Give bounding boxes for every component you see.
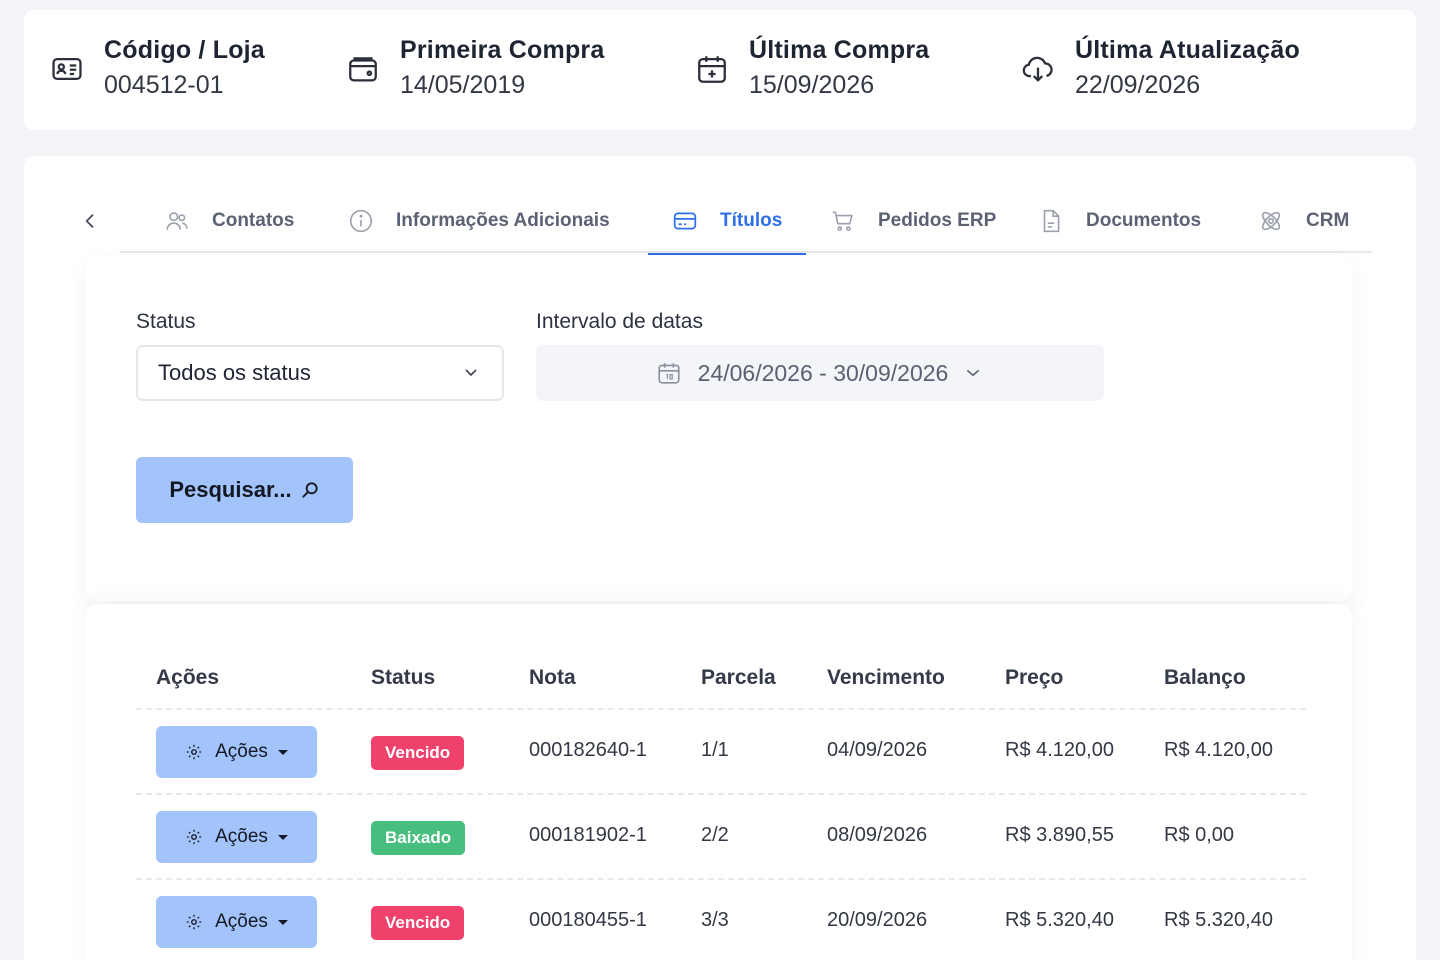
cell-nota: 000182640-1 xyxy=(529,739,647,761)
main-card: Contatos Informações Adicionais Títulos … xyxy=(24,156,1416,960)
status-label: Status xyxy=(136,310,196,333)
caret-down-icon xyxy=(277,749,288,755)
caret-down-icon xyxy=(277,834,288,840)
row-actions-label: Ações xyxy=(215,911,268,932)
tab-pedidos-erp[interactable]: Pedidos ERP xyxy=(830,188,996,253)
tab-label: Títulos xyxy=(720,209,783,231)
tab-documentos[interactable]: Documentos xyxy=(1038,188,1201,253)
document-icon xyxy=(1043,209,1060,232)
search-icon xyxy=(302,482,318,498)
gear-icon xyxy=(186,744,202,760)
column-header-status: Status xyxy=(371,666,436,689)
titles-table: Ações Status Nota Parcela Vencimento Pre… xyxy=(86,604,1352,960)
chevron-left-icon[interactable] xyxy=(80,210,100,232)
info-value: 004512-01 xyxy=(104,71,224,99)
cell-preco: R$ 4.120,00 xyxy=(1005,739,1114,761)
table-row: Ações Vencido 000182640-1 1/1 04/09/2026… xyxy=(86,710,1352,795)
date-range-value: 24/06/2026 - 30/09/2026 xyxy=(697,359,949,386)
status-select-value: Todos os status xyxy=(158,360,311,385)
date-range-picker[interactable]: 24/06/2026 - 30/09/2026 xyxy=(536,345,1104,401)
cell-parcela: 2/2 xyxy=(701,824,729,846)
calendar-icon xyxy=(658,363,680,384)
info-codigo-loja: Código / Loja 004512-01 xyxy=(50,34,265,103)
info-ultima-atualizacao: Última Atualização 22/09/2026 xyxy=(1021,34,1300,103)
info-label: Última Atualização xyxy=(1075,36,1300,64)
cell-vencimento: 08/09/2026 xyxy=(827,824,928,846)
cell-balanco: R$ 4.120,00 xyxy=(1164,739,1273,761)
cell-balanco: R$ 0,00 xyxy=(1164,824,1235,846)
info-ultima-compra: Última Compra 15/09/2026 xyxy=(695,34,929,103)
cloud-download-icon xyxy=(1022,56,1053,82)
tab-label: Documentos xyxy=(1086,209,1202,231)
info-label: Última Compra xyxy=(749,36,930,64)
column-header-parcela: Parcela xyxy=(701,666,776,689)
tab-label: CRM xyxy=(1306,209,1350,231)
row-actions-button[interactable]: Ações xyxy=(156,811,317,863)
row-actions-label: Ações xyxy=(215,741,268,762)
table-row: Ações Vencido 000180455-1 3/3 20/09/2026… xyxy=(86,880,1352,960)
summary-card: Código / Loja 004512-01 Primeira Compra … xyxy=(24,10,1416,130)
column-header-preco: Preço xyxy=(1005,666,1064,689)
cart-icon xyxy=(832,211,853,231)
gear-icon xyxy=(186,829,202,845)
info-value: 22/09/2026 xyxy=(1075,71,1201,99)
cell-balanco: R$ 5.320,40 xyxy=(1164,909,1273,931)
calendar-plus-icon xyxy=(698,55,726,83)
tab-label: Contatos xyxy=(212,209,295,231)
tab-bar: Contatos Informações Adicionais Títulos … xyxy=(85,188,1372,255)
cell-vencimento: 04/09/2026 xyxy=(827,739,928,761)
tab-label: Pedidos ERP xyxy=(878,209,997,231)
tab-informacoes-adicionais[interactable]: Informações Adicionais xyxy=(348,188,610,253)
info-value: 14/05/2019 xyxy=(400,71,526,99)
info-label: Primeira Compra xyxy=(400,36,605,64)
date-range-label: Intervalo de datas xyxy=(536,310,703,333)
gear-icon xyxy=(186,914,202,930)
status-badge: Vencido xyxy=(371,736,465,770)
credit-card-icon xyxy=(673,212,697,229)
column-header-vencimento: Vencimento xyxy=(827,666,945,689)
filter-panel: Status Todos os status Intervalo de data… xyxy=(86,256,1352,601)
table-row: Ações Baixado 000181902-1 2/2 08/09/2026… xyxy=(86,795,1352,880)
info-icon xyxy=(349,209,373,232)
column-header-balanco: Balanço xyxy=(1164,666,1246,689)
search-button[interactable]: Pesquisar... xyxy=(136,457,353,523)
info-value: 15/09/2026 xyxy=(749,71,875,99)
wallet-icon xyxy=(349,56,377,81)
row-actions-button[interactable]: Ações xyxy=(156,726,317,778)
chevron-down-icon xyxy=(465,369,477,376)
info-label: Código / Loja xyxy=(104,36,265,64)
cell-nota: 000181902-1 xyxy=(529,824,647,846)
column-header-nota: Nota xyxy=(529,666,576,689)
status-badge: Baixado xyxy=(371,821,466,855)
tab-contatos[interactable]: Contatos xyxy=(164,188,294,253)
cell-parcela: 3/3 xyxy=(701,909,729,931)
row-actions-label: Ações xyxy=(215,826,268,847)
cell-preco: R$ 5.320,40 xyxy=(1005,909,1114,931)
cell-preco: R$ 3.890,55 xyxy=(1005,824,1114,846)
chevron-down-icon xyxy=(967,370,980,376)
column-header-acoes: Ações xyxy=(156,666,220,689)
status-select[interactable]: Todos os status xyxy=(136,345,504,401)
caret-down-icon xyxy=(277,919,288,925)
cell-parcela: 1/1 xyxy=(701,739,729,761)
cell-nota: 000180455-1 xyxy=(529,909,647,931)
id-card-icon xyxy=(52,57,82,80)
tab-label: Informações Adicionais xyxy=(396,209,610,231)
info-primeira-compra: Primeira Compra 14/05/2019 xyxy=(346,34,604,103)
atom-icon xyxy=(1261,211,1281,230)
status-badge: Vencido xyxy=(371,906,465,940)
row-actions-button[interactable]: Ações xyxy=(156,896,317,948)
tab-crm[interactable]: CRM xyxy=(1258,188,1349,253)
tab-titulos[interactable]: Títulos xyxy=(647,188,807,255)
cell-vencimento: 20/09/2026 xyxy=(827,909,928,931)
search-button-label: Pesquisar... xyxy=(169,477,292,502)
users-icon xyxy=(166,211,188,230)
